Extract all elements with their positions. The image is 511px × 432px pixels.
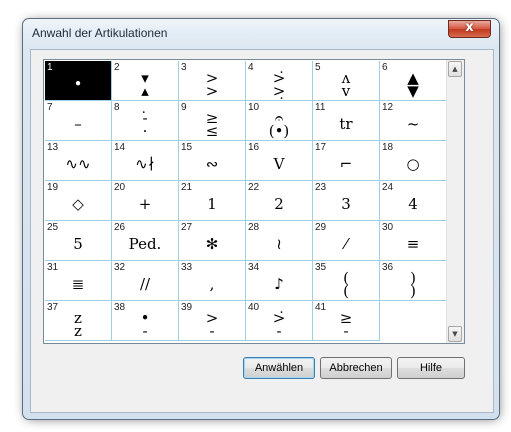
articulation-cell[interactable]: 3 > > (179, 61, 246, 101)
articulation-symbol-icon: 3 (341, 195, 351, 213)
articulation-symbol-icon: , (209, 275, 215, 293)
articulation-symbol-icon: ≥ ≤ (205, 108, 219, 140)
articulation-symbol-icon: ▾ ▴ (141, 68, 149, 100)
articulation-cell[interactable]: 31 ≣ (45, 261, 112, 301)
select-button[interactable]: Anwählen (243, 357, 315, 379)
articulation-cell[interactable]: 41 ≥ - (313, 301, 380, 341)
articulation-symbol-icon: ≡ (406, 235, 420, 253)
articulation-cell[interactable]: 34 ♪ (246, 261, 313, 301)
articulation-cell[interactable]: 6 ▲ ▼ (380, 61, 447, 101)
articulation-cell[interactable]: 22 2 (246, 181, 313, 221)
articulation-symbol-icon: ≣ (71, 275, 85, 293)
articulation-cell[interactable]: 19 ◇ (45, 181, 112, 221)
articulation-cell[interactable]: 7– (45, 101, 112, 141)
help-button[interactable]: Hilfe (397, 357, 465, 379)
articulation-cell[interactable]: 16 V (246, 141, 313, 181)
articulation-cell[interactable]: 4 >̇ >̣ (246, 61, 313, 101)
articulation-symbol-icon: ʌ v (341, 68, 351, 100)
cancel-button[interactable]: Abbrechen (320, 357, 392, 379)
articulation-cell[interactable]: 26 Ped. (112, 221, 179, 261)
articulation-symbol-icon: tr (339, 115, 353, 133)
articulation-symbol-icon: >̇ >̣ (272, 68, 286, 100)
articulation-cell[interactable]: 12 ~ (380, 101, 447, 141)
articulation-symbol-icon: >̇ - (272, 308, 286, 340)
articulation-symbol-icon: ♪ (274, 275, 284, 293)
articulation-cell (380, 301, 447, 341)
articulation-cell[interactable]: 23 3 (313, 181, 380, 221)
articulation-symbol-icon: ≀ (276, 235, 282, 253)
dialog-title: Anwahl der Artikulationen (32, 26, 168, 40)
articulation-cell[interactable]: 40 >̇ - (246, 301, 313, 341)
articulation-symbol-icon: • (73, 75, 83, 93)
articulation-symbol-icon: ) ) (410, 268, 416, 300)
close-button[interactable]: x (448, 20, 491, 38)
articulation-cell[interactable]: 15 ∾ (179, 141, 246, 181)
articulation-symbol-icon: ∿∿ (65, 155, 91, 173)
articulation-cell[interactable]: 36) ) (380, 261, 447, 301)
articulation-cell[interactable]: 25 5 (45, 221, 112, 261)
articulation-symbol-icon: ~ (406, 115, 420, 133)
articulation-cell[interactable]: 30 ≡ (380, 221, 447, 261)
articulation-cell[interactable]: 39 > - (179, 301, 246, 341)
articulation-symbol-icon: 5 (73, 235, 83, 253)
articulation-cell[interactable]: 2 ▾ ▴ (112, 61, 179, 101)
articulation-cell[interactable]: 38 • - (112, 301, 179, 341)
scroll-up-arrow-icon[interactable]: ▲ (448, 61, 462, 77)
articulation-symbol-icon: > > (205, 68, 219, 100)
articulation-symbol-icon: 2 (274, 195, 284, 213)
articulation-symbol-icon: z z (74, 308, 82, 340)
articulation-cell[interactable]: 18 ○ (380, 141, 447, 181)
articulation-symbol-icon: ⌐ (339, 155, 353, 173)
close-icon: x (465, 20, 474, 35)
articulation-symbol-icon: ( ( (343, 268, 349, 300)
articulation-symbol-icon: ⁄ (344, 235, 348, 253)
articulation-symbol-icon: Ped. (128, 235, 162, 253)
articulation-symbol-icon: V (273, 155, 285, 173)
articulation-cell[interactable]: 37 z z (45, 301, 112, 341)
articulation-symbol-icon: ▲ ▼ (407, 68, 419, 100)
articulation-cell[interactable]: 29 ⁄ (313, 221, 380, 261)
vertical-scrollbar[interactable]: ▲ ▼ (446, 60, 464, 343)
articulation-symbol-icon: ○ (406, 155, 420, 173)
articulation-symbol-icon: • - (140, 308, 150, 340)
articulation-cell[interactable]: 1 • (45, 61, 112, 101)
articulation-symbol-icon: – (74, 115, 82, 133)
articulation-symbol-icon (380, 309, 447, 341)
articulation-cell[interactable]: 27 ✻ (179, 221, 246, 261)
articulation-symbol-icon: ✻ (205, 235, 219, 253)
articulation-cell[interactable]: 32// (112, 261, 179, 301)
articulation-list[interactable]: 1 • 2 ▾ ▴ 3 > >4 >̇ >̣ 5 ʌ v 6 ▲ ▼ 7–8 -̇ · 9 ≥ ≤10 𝄐 (… (43, 59, 465, 344)
articulation-grid: 1 • 2 ▾ ▴ 3 > >4 >̇ >̣ 5 ʌ v 6 ▲ ▼ 7–8 -̇ · 9 ≥ ≤10 𝄐 (… (45, 61, 447, 341)
articulation-cell[interactable]: 8 -̇ · (112, 101, 179, 141)
articulation-cell[interactable]: 28 ≀ (246, 221, 313, 261)
articulation-cell[interactable]: 10 𝄐 (•) (246, 101, 313, 141)
articulation-symbol-icon: -̇ · (142, 108, 148, 140)
articulation-cell[interactable]: 24 4 (380, 181, 447, 221)
articulation-symbol-icon: ∿∤ (135, 155, 155, 173)
articulation-cell[interactable]: 35( ( (313, 261, 380, 301)
articulation-cell[interactable]: 17 ⌐ (313, 141, 380, 181)
articulation-cell[interactable]: 13 ∿∿ (45, 141, 112, 181)
articulation-cell[interactable]: 14 ∿∤ (112, 141, 179, 181)
articulation-cell[interactable]: 21 1 (179, 181, 246, 221)
articulation-cell[interactable]: 9 ≥ ≤ (179, 101, 246, 141)
dialog-client-area: 1 • 2 ▾ ▴ 3 > >4 >̇ >̣ 5 ʌ v 6 ▲ ▼ 7–8 -̇ · 9 ≥ ≤10 𝄐 (… (30, 49, 494, 413)
scroll-down-arrow-icon[interactable]: ▼ (448, 326, 462, 342)
articulation-symbol-icon: ≥ - (339, 308, 353, 340)
articulation-symbol-icon: 𝄐 (•) (268, 108, 290, 140)
articulation-symbol-icon: + (138, 195, 152, 213)
articulation-cell[interactable]: 20 + (112, 181, 179, 221)
articulation-cell[interactable]: 33, (179, 261, 246, 301)
articulation-symbol-icon: ∾ (205, 155, 219, 173)
dialog-window: Anwahl der Artikulationen x 1 • 2 ▾ ▴ 3 > >4 >… (22, 18, 500, 420)
articulation-symbol-icon: 1 (207, 195, 217, 213)
articulation-symbol-icon: ◇ (72, 195, 84, 213)
articulation-symbol-icon: // (139, 275, 151, 293)
articulation-cell[interactable]: 5ʌ v (313, 61, 380, 101)
articulation-symbol-icon: 4 (408, 195, 418, 213)
articulation-cell[interactable]: 11 tr (313, 101, 380, 141)
articulation-symbol-icon: > - (205, 308, 219, 340)
